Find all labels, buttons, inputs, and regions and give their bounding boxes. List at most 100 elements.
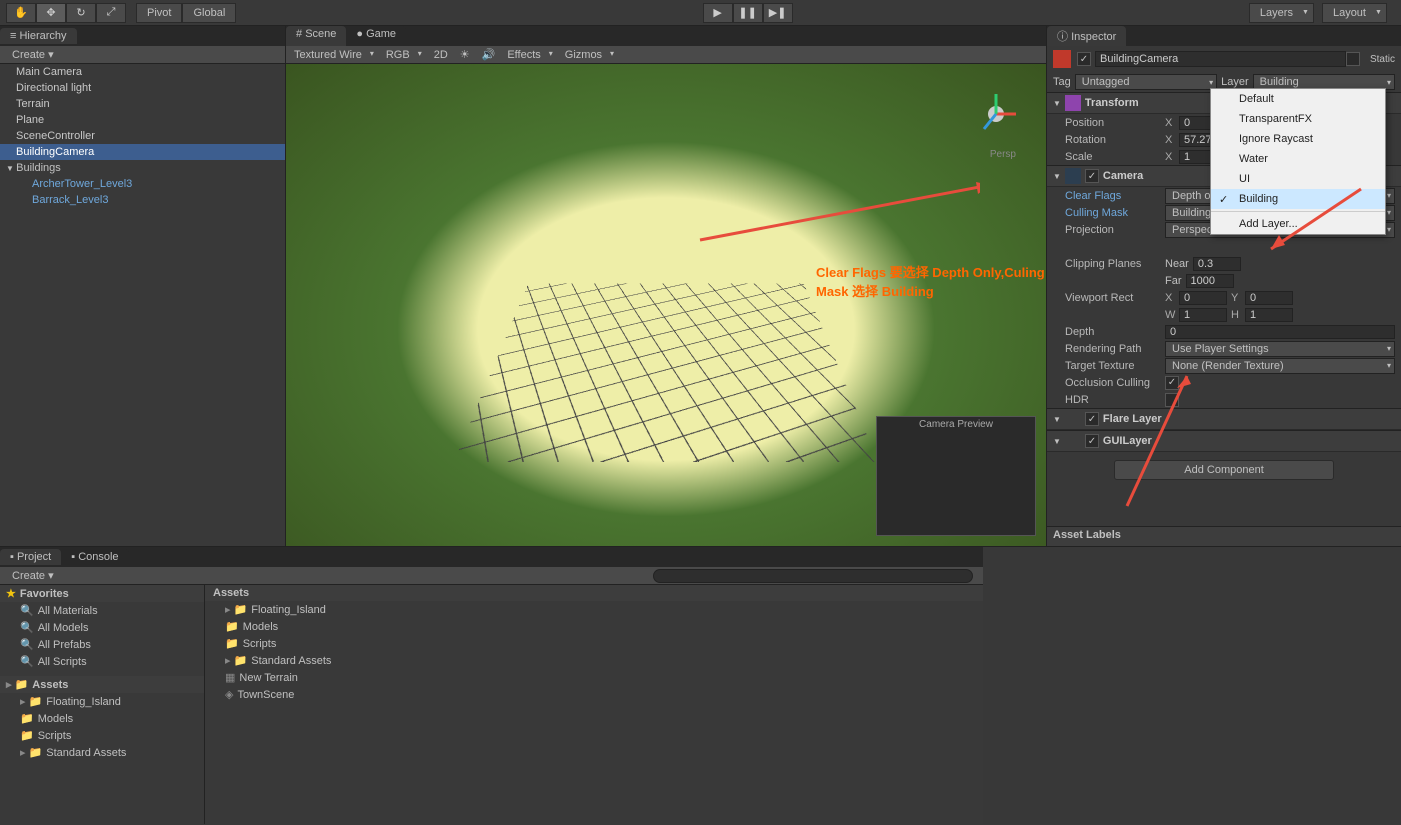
light-icon[interactable]: ☀ <box>460 48 470 61</box>
asset-floating-island[interactable]: ▸ 📁Floating_Island <box>205 601 983 618</box>
effects-dropdown[interactable]: Effects <box>507 49 552 61</box>
move-tool[interactable]: ✥ <box>36 3 66 23</box>
search-icon: 🔍 <box>20 655 34 668</box>
asset-town-scene[interactable]: ◈TownScene <box>205 686 983 703</box>
folder-icon: 📁 <box>225 637 239 650</box>
inspector-tab[interactable]: ⓘ Inspector <box>1047 26 1126 46</box>
hdr-checkbox[interactable] <box>1165 393 1179 407</box>
scale-label: Scale <box>1065 151 1165 163</box>
project-search[interactable] <box>653 569 973 583</box>
active-checkbox[interactable] <box>1077 52 1091 66</box>
layer-transparentfx[interactable]: TransparentFX <box>1211 109 1385 129</box>
hier-main-camera[interactable]: Main Camera <box>0 64 285 80</box>
hier-scene-controller[interactable]: SceneController <box>0 128 285 144</box>
hier-buildings[interactable]: Buildings <box>0 160 285 176</box>
vp-h[interactable] <box>1245 308 1293 322</box>
camera-preview: Camera Preview <box>876 416 1036 536</box>
layout-dropdown[interactable]: Layout <box>1322 3 1387 23</box>
static-checkbox[interactable] <box>1346 52 1360 66</box>
add-component-button[interactable]: Add Component <box>1114 460 1334 480</box>
play-button[interactable]: ▶ <box>703 3 733 23</box>
folder-icon: ▸ 📁 <box>225 603 247 616</box>
tree-scripts[interactable]: 📁Scripts <box>0 727 204 744</box>
star-icon: ★ <box>6 587 16 600</box>
occlusion-checkbox[interactable] <box>1165 376 1179 390</box>
rgb-dropdown[interactable]: RGB <box>386 49 422 61</box>
favorites-label: Favorites <box>20 588 69 600</box>
scene-tab[interactable]: # Scene <box>286 26 346 46</box>
camera-enable[interactable] <box>1085 169 1099 183</box>
asset-new-terrain[interactable]: ▦New Terrain <box>205 669 983 686</box>
gizmos-dropdown[interactable]: Gizmos <box>565 49 614 61</box>
rendering-path-label: Rendering Path <box>1065 343 1165 355</box>
project-tab[interactable]: ▪ Project <box>0 549 61 565</box>
gui-layer-header[interactable]: GUILayer <box>1047 430 1401 452</box>
layer-ignore-raycast[interactable]: Ignore Raycast <box>1211 129 1385 149</box>
tree-floating-island[interactable]: ▸ 📁Floating_Island <box>0 693 204 710</box>
rotate-tool[interactable]: ↻ <box>66 3 96 23</box>
terrain-icon: ▦ <box>225 671 235 684</box>
scene-viewport[interactable]: Persp Clear Flags 要选择 Depth Only,Culing … <box>286 64 1046 546</box>
audio-icon[interactable]: 🔊 <box>482 48 496 61</box>
fav-scripts[interactable]: 🔍All Scripts <box>0 653 204 670</box>
folder-icon: 📁 <box>225 620 239 633</box>
layer-water[interactable]: Water <box>1211 149 1385 169</box>
scene-area: # Scene ● Game Textured Wire RGB 2D ☀ 🔊 … <box>286 26 1046 546</box>
asset-models[interactable]: 📁Models <box>205 618 983 635</box>
project-panel: ▪ Project ▪ Console Create ▾ ★Favorites … <box>0 547 983 824</box>
hier-building-camera[interactable]: BuildingCamera <box>0 144 285 160</box>
object-name-field[interactable] <box>1095 51 1346 67</box>
far-field[interactable] <box>1186 274 1234 288</box>
hier-barrack[interactable]: Barrack_Level3 <box>0 192 285 208</box>
hdr-label: HDR <box>1065 394 1165 406</box>
hierarchy-create[interactable]: Create ▾ <box>4 48 62 61</box>
inspector-bottom-fill <box>983 547 1401 824</box>
2d-toggle[interactable]: 2D <box>434 49 448 61</box>
assets-label: Assets <box>32 679 68 691</box>
fav-materials[interactable]: 🔍All Materials <box>0 602 204 619</box>
asset-path: Assets <box>205 585 983 601</box>
layer-building[interactable]: Building <box>1211 189 1385 209</box>
game-tab[interactable]: ● Game <box>346 26 406 46</box>
project-create[interactable]: Create ▾ <box>4 569 62 582</box>
vp-x[interactable] <box>1179 291 1227 305</box>
layer-ui[interactable]: UI <box>1211 169 1385 189</box>
fav-prefabs[interactable]: 🔍All Prefabs <box>0 636 204 653</box>
hier-directional-light[interactable]: Directional light <box>0 80 285 96</box>
layer-default[interactable]: Default <box>1211 89 1385 109</box>
pivot-button[interactable]: Pivot <box>136 3 182 23</box>
hand-tool[interactable]: ✋ <box>6 3 36 23</box>
search-icon: 🔍 <box>20 621 34 634</box>
hier-terrain[interactable]: Terrain <box>0 96 285 112</box>
scale-tool[interactable]: ⤢ <box>96 3 126 23</box>
vp-y[interactable] <box>1245 291 1293 305</box>
near-field[interactable] <box>1193 257 1241 271</box>
flare-enable[interactable] <box>1085 412 1099 426</box>
hier-plane[interactable]: Plane <box>0 112 285 128</box>
tree-standard-assets[interactable]: ▸ 📁Standard Assets <box>0 744 204 761</box>
pause-button[interactable]: ❚❚ <box>733 3 763 23</box>
console-tab[interactable]: ▪ Console <box>61 549 128 565</box>
orientation-gizmo[interactable] <box>966 84 1026 144</box>
depth-field[interactable] <box>1165 325 1395 339</box>
tree-models[interactable]: 📁Models <box>0 710 204 727</box>
render-mode-dropdown[interactable]: Textured Wire <box>294 49 374 61</box>
global-button[interactable]: Global <box>182 3 236 23</box>
target-texture-field[interactable]: None (Render Texture) <box>1165 358 1395 374</box>
rendering-path-dropdown[interactable]: Use Player Settings <box>1165 341 1395 357</box>
persp-label: Persp <box>990 149 1016 160</box>
hierarchy-tab[interactable]: ≡ Hierarchy <box>0 28 77 44</box>
step-button[interactable]: ▶❚ <box>763 3 793 23</box>
hier-archer-tower[interactable]: ArcherTower_Level3 <box>0 176 285 192</box>
asset-standard-assets[interactable]: ▸ 📁Standard Assets <box>205 652 983 669</box>
fav-models[interactable]: 🔍All Models <box>0 619 204 636</box>
vp-w[interactable] <box>1179 308 1227 322</box>
tag-dropdown[interactable]: Untagged <box>1075 74 1217 90</box>
flare-layer-header[interactable]: Flare Layer <box>1047 408 1401 430</box>
static-label: Static <box>1370 54 1395 65</box>
asset-scripts[interactable]: 📁Scripts <box>205 635 983 652</box>
layers-dropdown[interactable]: Layers <box>1249 3 1314 23</box>
layer-add[interactable]: Add Layer... <box>1211 214 1385 234</box>
main-toolbar: ✋ ✥ ↻ ⤢ Pivot Global ▶ ❚❚ ▶❚ Layers Layo… <box>0 0 1401 26</box>
gui-enable[interactable] <box>1085 434 1099 448</box>
